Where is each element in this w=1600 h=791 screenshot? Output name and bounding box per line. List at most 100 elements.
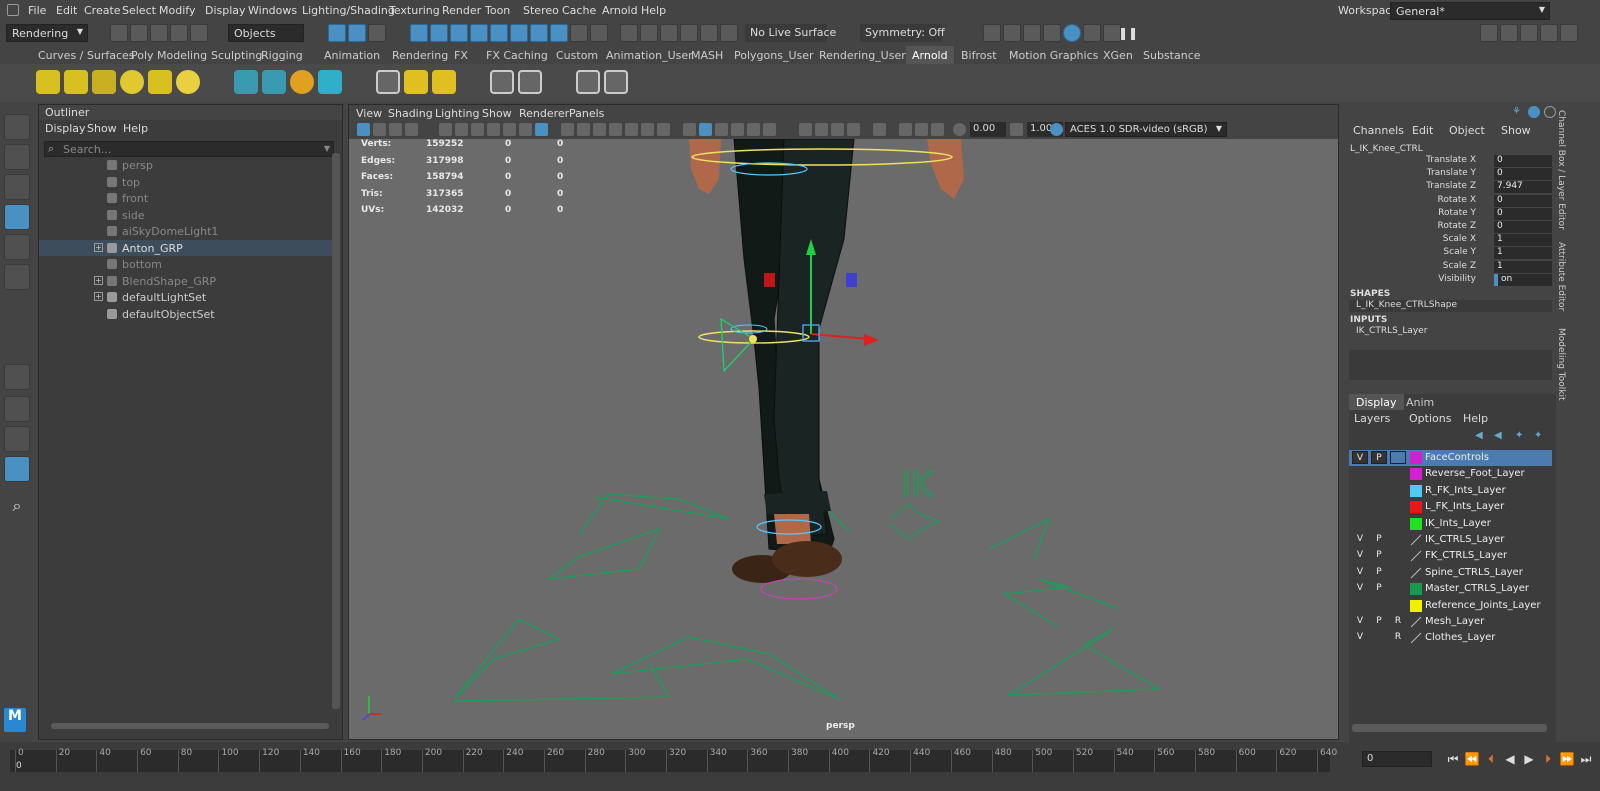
layer-visibility-toggle[interactable] bbox=[1352, 500, 1368, 513]
resolution-gate-icon[interactable] bbox=[503, 123, 516, 136]
manipulator-icon[interactable] bbox=[1528, 106, 1540, 118]
cb-menu-edit[interactable]: Edit bbox=[1412, 124, 1433, 137]
layer-playback-toggle[interactable] bbox=[1371, 500, 1387, 513]
layer-row[interactable]: V P FK_CTRLS_Layer bbox=[1349, 548, 1552, 564]
menu-lighting-shading[interactable]: Lighting/Shading bbox=[302, 4, 395, 17]
layer-reference-toggle[interactable] bbox=[1390, 599, 1406, 612]
expand-icon[interactable]: + bbox=[94, 275, 103, 285]
channel-attr-row[interactable]: Translate Z 7.947 bbox=[1344, 181, 1554, 194]
channel-attr-value[interactable]: 1 bbox=[1494, 247, 1552, 260]
layer-row[interactable]: IK_Ints_Layer bbox=[1349, 516, 1552, 532]
render-sequence-icon[interactable] bbox=[983, 24, 1001, 42]
photometric-light-icon[interactable] bbox=[148, 70, 172, 94]
channel-attr-value[interactable]: 0 bbox=[1494, 207, 1552, 220]
open-scene-icon[interactable] bbox=[130, 24, 148, 42]
film-gate-icon[interactable] bbox=[487, 123, 500, 136]
layer-visibility-toggle[interactable]: V bbox=[1352, 615, 1368, 628]
viewport-menu-renderer[interactable]: Renderer bbox=[519, 107, 569, 120]
select-by-render-icon[interactable] bbox=[530, 24, 548, 42]
menu-help[interactable]: Help bbox=[641, 4, 666, 17]
wireframe-icon[interactable] bbox=[593, 123, 606, 136]
viewport-menu-panels[interactable]: Panels bbox=[569, 107, 604, 120]
layer-tab-display[interactable]: Display bbox=[1349, 394, 1404, 410]
outliner-hscrollbar[interactable] bbox=[51, 723, 329, 729]
shelf-tab-fx-caching[interactable]: FX Caching bbox=[480, 46, 554, 64]
lock-selection-icon[interactable] bbox=[570, 24, 588, 42]
attribute-editor-icon[interactable] bbox=[1500, 24, 1518, 42]
hud-icon[interactable] bbox=[847, 123, 860, 136]
outliner-item[interactable]: top bbox=[39, 174, 332, 190]
channel-attr-row[interactable]: Rotate Y 0 bbox=[1344, 207, 1554, 221]
snap-view-plane-icon[interactable] bbox=[700, 24, 718, 42]
frame-all-icon[interactable] bbox=[915, 123, 928, 136]
scene-canvas[interactable]: IK bbox=[349, 139, 1339, 739]
select-tool-icon[interactable] bbox=[4, 114, 30, 140]
shelf-tab-mash[interactable]: MASH bbox=[685, 46, 729, 64]
render-settings-icon[interactable] bbox=[1043, 24, 1061, 42]
tool-settings-icon[interactable] bbox=[1520, 24, 1538, 42]
hierarchy-select-icon[interactable] bbox=[328, 24, 346, 42]
layer-no-color-icon[interactable] bbox=[1410, 534, 1422, 546]
exposure-field[interactable]: 0.00 bbox=[970, 122, 1006, 137]
use-default-material-icon[interactable] bbox=[625, 123, 638, 136]
menuset-dropdown[interactable]: Rendering ▼ bbox=[6, 24, 88, 42]
shelf-tab-xgen[interactable]: XGen bbox=[1097, 46, 1139, 64]
color-space-dropdown[interactable]: ACES 1.0 SDR-video (sRGB) ▼ bbox=[1065, 122, 1227, 137]
outliner-search-input[interactable]: ⌕ Search... ▼ bbox=[44, 141, 334, 157]
preview-icon[interactable] bbox=[576, 70, 600, 94]
rotate-tool-icon[interactable] bbox=[4, 234, 30, 260]
modeling-toolkit-icon[interactable] bbox=[1480, 24, 1498, 42]
viewport-menu-show[interactable]: Show bbox=[482, 107, 512, 120]
menu-modify[interactable]: Modify bbox=[159, 4, 195, 17]
snap-point-icon[interactable] bbox=[660, 24, 678, 42]
layer-playback-toggle[interactable] bbox=[1371, 467, 1387, 480]
menu-select[interactable]: Select bbox=[122, 4, 156, 17]
layer-tab-anim[interactable]: Anim bbox=[1399, 394, 1441, 410]
input-node-row[interactable]: IK_CTRLS_Layer bbox=[1349, 326, 1552, 338]
menu-toon[interactable]: Toon bbox=[485, 4, 510, 17]
layer-no-color-icon[interactable] bbox=[1410, 632, 1422, 644]
select-by-handle-icon[interactable] bbox=[410, 24, 428, 42]
layer-no-color-icon[interactable] bbox=[1410, 567, 1422, 579]
pause-icon[interactable]: ❚❚ bbox=[1118, 26, 1138, 40]
layer-playback-toggle[interactable] bbox=[1371, 599, 1387, 612]
hypershade-icon[interactable] bbox=[1063, 24, 1081, 42]
camera-icon[interactable] bbox=[873, 123, 886, 136]
selection-mode-dropdown[interactable]: Objects bbox=[228, 24, 304, 42]
step-forward-frame-icon[interactable]: ⏵ bbox=[1540, 751, 1556, 767]
shelf-tab-motion-graphics[interactable]: Motion Graphics bbox=[1003, 46, 1104, 64]
paint-select-tool-icon[interactable] bbox=[4, 174, 30, 200]
light-manager-icon[interactable] bbox=[432, 70, 456, 94]
safe-title-icon[interactable] bbox=[577, 123, 590, 136]
step-back-frame-icon[interactable]: ⏴ bbox=[1483, 751, 1499, 767]
smooth-shade-icon[interactable] bbox=[609, 123, 622, 136]
color-management-icon[interactable] bbox=[1050, 123, 1063, 136]
layer-visibility-toggle[interactable] bbox=[1352, 467, 1368, 480]
gate-mask-icon[interactable] bbox=[519, 123, 532, 136]
time-slider[interactable]: 0 20 40 60 80 100 120 140 160 180 200 220 240 260 280 3… bbox=[0, 742, 1600, 791]
menu-file[interactable]: File bbox=[28, 4, 46, 17]
layer-visibility-toggle[interactable] bbox=[1352, 517, 1368, 530]
layer-reference-toggle[interactable] bbox=[1390, 517, 1406, 530]
outliner-item[interactable]: persp bbox=[39, 157, 332, 173]
channel-attr-row[interactable]: Scale Y 1 bbox=[1344, 247, 1554, 260]
ipr-render-icon[interactable] bbox=[1023, 24, 1041, 42]
layer-reference-toggle[interactable] bbox=[1390, 484, 1406, 497]
layer-row[interactable]: V R Clothes_Layer bbox=[1349, 630, 1552, 646]
shadows-icon[interactable] bbox=[731, 123, 744, 136]
lasso-tool-icon[interactable] bbox=[4, 144, 30, 170]
image-plane-icon[interactable] bbox=[405, 123, 418, 136]
layer-playback-toggle[interactable]: P bbox=[1371, 615, 1387, 628]
layer-playback-toggle[interactable]: P bbox=[1371, 451, 1387, 464]
outliner-item[interactable]: side bbox=[39, 207, 332, 223]
viewport-menu-view[interactable]: View bbox=[356, 107, 382, 120]
layer-row[interactable]: V P Spine_CTRLS_Layer bbox=[1349, 565, 1552, 581]
layer-playback-toggle[interactable] bbox=[1371, 631, 1387, 644]
ambient-occlusion-icon[interactable] bbox=[831, 123, 844, 136]
screen-space-ao-icon[interactable] bbox=[747, 123, 760, 136]
layer-playback-toggle[interactable]: P bbox=[1371, 582, 1387, 595]
highlight-selection-icon[interactable] bbox=[590, 24, 608, 42]
search-icon[interactable]: ⌕ bbox=[4, 496, 30, 522]
layer-visibility-toggle[interactable]: V bbox=[1352, 549, 1368, 562]
layer-playback-toggle[interactable]: P bbox=[1371, 549, 1387, 562]
